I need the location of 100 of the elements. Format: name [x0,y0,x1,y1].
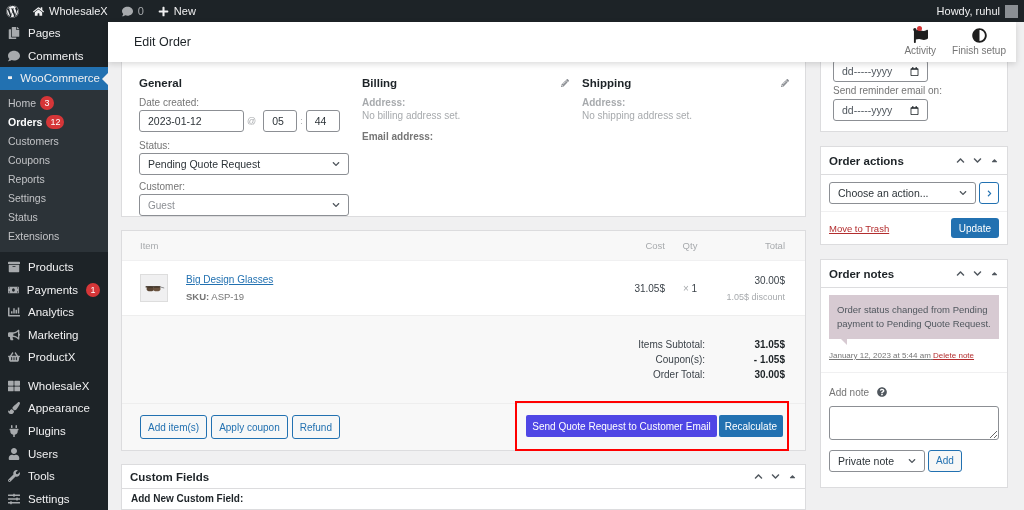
menu-icon [8,351,20,364]
address-text: No shipping address set. [582,110,694,121]
action-select[interactable]: Choose an action... [829,182,976,204]
total-label: Coupon(s): [654,354,705,365]
chevron-down-icon [332,160,340,168]
sidebar-item[interactable]: Users [0,442,108,465]
note-type-select[interactable]: Private note [829,449,925,472]
section-heading: Shipping [582,77,632,89]
sidebar-item[interactable]: Analytics [0,300,108,324]
sku-text: SKU: ASP-19 [186,291,246,302]
move-down-icon[interactable] [771,472,780,481]
menu-icon [8,447,20,460]
edit-icon[interactable] [561,79,569,87]
table-cell-text: 31.05$ [633,282,665,294]
send-quote-button[interactable]: Send Quote Request to Customer Email [526,415,717,437]
move-down-icon[interactable] [973,269,982,278]
update-button[interactable]: Update [950,218,999,238]
sidebar-item[interactable]: WooCommerce [0,67,108,90]
total-label: Order Total: [651,369,705,380]
move-up-icon[interactable] [956,269,965,278]
field-label: Add New Custom Field: [131,493,244,504]
total-value: - 1.05$ [752,354,785,365]
move-down-icon[interactable] [973,156,982,165]
sidebar-item[interactable]: Products [0,255,108,279]
menu-icon [8,379,20,392]
sidebar-item[interactable]: Pages [0,22,108,45]
avatar-icon [1005,4,1018,18]
plus-icon [157,5,169,17]
calendar-icon [910,105,919,115]
sidebar-item[interactable]: Comments [0,44,108,68]
sidebar-item[interactable]: Marketing [0,323,108,347]
submenu-item[interactable]: Status [0,207,108,227]
site-link[interactable]: WholesaleX [33,5,108,17]
section-heading: Billing [362,77,398,89]
header-action[interactable]: Activity [904,28,937,56]
help-icon[interactable] [877,387,888,398]
field-label: Date created: [139,97,201,108]
sidebar-item[interactable]: Appearance [0,397,108,420]
collapse-icon[interactable] [990,269,999,278]
panel-title: Order actions [829,154,904,167]
field-label: Send reminder email on: [833,85,943,96]
move-up-icon[interactable] [956,156,965,165]
move-up-icon[interactable] [754,472,763,481]
field-label: Status: [139,140,172,151]
sidebar-item[interactable]: ProductX [0,346,108,369]
date-field[interactable]: dd-----yyyy [833,62,928,82]
sidebar-item[interactable]: WholesaleX [0,374,108,398]
field-label: Add note [829,386,999,398]
column-header: Item [140,240,160,251]
recalculate-button[interactable]: Recalculate [718,415,783,437]
column-header: Total [763,240,785,251]
edit-icon[interactable] [781,79,789,87]
collapse-icon[interactable] [788,472,797,481]
chevron-right-icon [985,189,993,197]
logo-icon[interactable] [6,4,19,18]
comments-link[interactable]: 0 [121,5,144,17]
submenu-item[interactable]: Home 3 [0,93,108,113]
sidebar-item[interactable]: Payments 1 [0,278,108,301]
total-value: 31.05$ [753,339,785,350]
new-link[interactable]: New [157,5,196,17]
comment-icon [121,5,133,17]
header-action[interactable]: Finish setup [952,28,1006,56]
menu-icon [8,492,20,505]
submenu-item[interactable]: Customers [0,131,108,151]
trash-link[interactable]: Move to Trash [829,222,890,234]
minute-field[interactable]: 44 [305,110,340,132]
add-note-button[interactable]: Add [928,449,962,472]
submenu-item[interactable]: Extensions [0,226,108,246]
submenu-item[interactable]: Orders 12 [0,112,108,132]
count-badge: 3 [40,96,54,111]
chevron-down-icon [332,201,340,209]
hour-field[interactable]: 05 [263,110,298,132]
secondary-button[interactable]: Apply coupon [211,415,288,439]
apply-button[interactable] [979,182,999,204]
calendar-icon [910,66,919,76]
date-field[interactable]: 2023-01-12 [139,110,244,132]
submenu-item[interactable]: Settings [0,188,108,208]
flag-icon [912,28,928,43]
reminder-date-field[interactable]: dd-----yyyy [833,99,928,121]
note-textarea[interactable] [829,405,999,440]
discount-text: 1.05$ discount [726,291,785,302]
sidebar-item[interactable]: Settings [0,487,108,510]
menu-icon [8,49,20,62]
product-link[interactable]: Big Design Glasses [186,274,605,285]
secondary-button[interactable]: Refund [291,415,340,439]
total-value: 30.00$ [753,369,785,380]
sidebar-item[interactable]: Plugins [0,419,108,443]
menu-icon [8,425,20,438]
account-menu[interactable]: Howdy, ruhul [936,4,1018,18]
delete-note-link[interactable]: Delete note [933,350,974,360]
secondary-button[interactable]: Add item(s) [140,415,208,439]
collapse-icon[interactable] [990,156,999,165]
status-select[interactable]: Pending Quote Request [139,153,349,175]
submenu-item[interactable]: Coupons [0,150,108,170]
menu-icon [8,306,20,319]
chevron-down-icon [908,456,916,465]
submenu-item[interactable]: Reports [0,169,108,189]
sidebar-item[interactable]: Tools [0,464,108,488]
table-cell-text: × 1 [681,282,699,294]
time-separator: : [300,116,303,126]
